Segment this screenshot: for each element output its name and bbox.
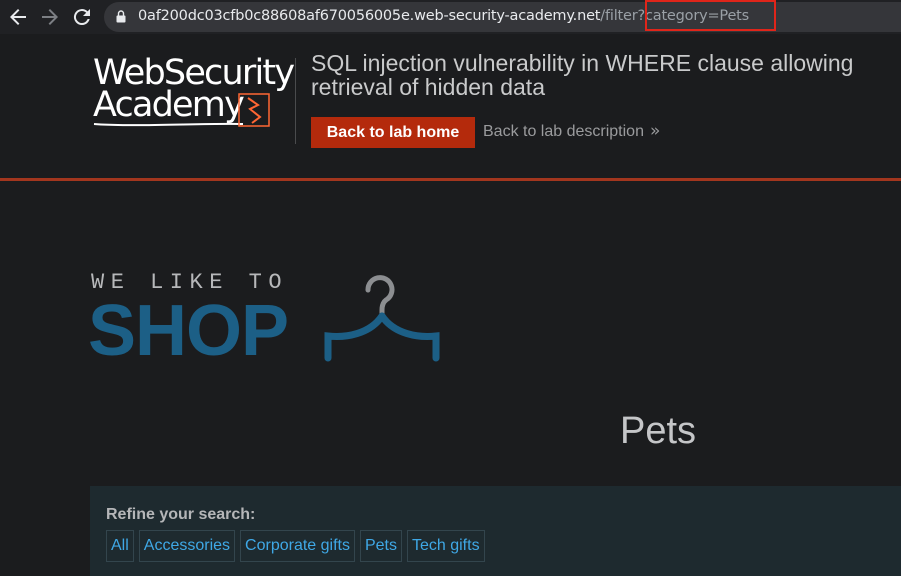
refine-search-label: Refine your search: — [106, 506, 256, 523]
category-filter-list: All Accessories Corporate gifts Pets Tec… — [106, 530, 485, 562]
lab-header-divider — [0, 178, 901, 181]
browser-toolbar: 0af200dc03cfb0c88608af670056005e.web-sec… — [0, 0, 901, 34]
shop-logo-text: SHOP — [88, 291, 289, 371]
forward-button[interactable] — [38, 5, 62, 29]
reload-button[interactable] — [70, 5, 94, 29]
highlight-annotation-box — [645, 0, 776, 31]
lightning-bolt-icon — [238, 93, 270, 127]
arrow-left-icon — [10, 9, 26, 25]
filter-pets[interactable]: Pets — [359, 530, 402, 562]
arrow-right-icon — [42, 9, 58, 25]
lock-icon — [116, 10, 126, 23]
reload-icon — [73, 9, 90, 26]
hanger-icon — [324, 275, 440, 362]
header-divider — [295, 58, 296, 144]
filter-tech-gifts[interactable]: Tech gifts — [406, 530, 485, 562]
url-host: 0af200dc03cfb0c88608af670056005e.web-sec… — [138, 8, 601, 24]
double-chevron-right-icon: » — [650, 121, 661, 141]
back-to-lab-home-button[interactable]: Back to lab home — [311, 117, 475, 148]
back-button[interactable] — [6, 5, 30, 29]
logo-line2: Academy — [93, 85, 245, 125]
address-bar[interactable]: 0af200dc03cfb0c88608af670056005e.web-sec… — [104, 2, 901, 32]
lab-title: SQL injection vulnerability in WHERE cla… — [311, 50, 854, 100]
filter-accessories[interactable]: Accessories — [138, 530, 236, 562]
back-to-lab-description-link[interactable]: Back to lab description — [483, 123, 644, 141]
category-heading: Pets — [620, 410, 697, 452]
filter-all[interactable]: All — [106, 530, 134, 562]
filter-corporate-gifts[interactable]: Corporate gifts — [240, 530, 355, 562]
web-security-academy-logo[interactable]: WebSecurity Academy — [93, 53, 295, 127]
logo-underline — [93, 122, 244, 127]
